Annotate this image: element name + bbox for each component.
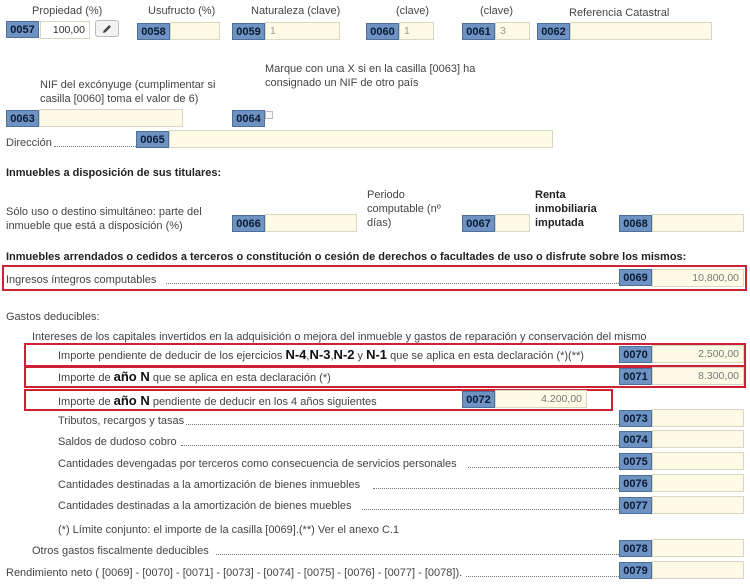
r76-input[interactable] bbox=[652, 474, 744, 492]
r70-post: que se aplica en esta declaración (*)(**… bbox=[387, 350, 584, 362]
periodo-input[interactable] bbox=[495, 214, 530, 232]
arrendados-title: Inmuebles arrendados o cedidos a tercero… bbox=[6, 251, 687, 263]
usufructo-label: Usufructo (%) bbox=[148, 5, 216, 17]
r70-pre: Importe pendiente de deducir de los ejer… bbox=[58, 350, 286, 362]
ingresos-label: Ingresos íntegros computables bbox=[6, 274, 157, 286]
r71-post: que se aplica en esta declaración (*) bbox=[149, 372, 331, 384]
r71-label: Importe de año N que se aplica en esta d… bbox=[58, 370, 331, 385]
r72-pre: Importe de bbox=[58, 396, 114, 408]
r77-dots bbox=[362, 509, 619, 510]
r73-input[interactable] bbox=[652, 409, 744, 427]
r76-dots bbox=[373, 488, 619, 489]
disposicion-title: Inmuebles a disposición de sus titulares… bbox=[6, 167, 222, 179]
clave2-input[interactable]: 3 bbox=[495, 22, 530, 40]
code-0073: 0073 bbox=[619, 410, 652, 427]
r71-anio: año N bbox=[113, 369, 150, 384]
r77-input[interactable] bbox=[652, 496, 744, 514]
ingresos-dots bbox=[166, 283, 619, 284]
pencil-icon bbox=[103, 24, 111, 33]
clave2-label: (clave) bbox=[480, 5, 514, 17]
r70-n1: N-1 bbox=[366, 347, 388, 362]
code-0072: 0072 bbox=[462, 391, 495, 408]
usufructo-input[interactable] bbox=[170, 22, 220, 40]
code-0068: 0068 bbox=[619, 215, 652, 232]
nif-input[interactable] bbox=[39, 109, 183, 127]
r73-label: Tributos, recargos y tasas bbox=[58, 415, 185, 427]
periodo-label: Periodo computable (nº días) bbox=[367, 189, 441, 229]
r70-n4: N-4 bbox=[285, 347, 307, 362]
gastos-title: Gastos deducibles: bbox=[6, 311, 100, 323]
code-0059: 0059 bbox=[232, 23, 265, 40]
clave1-input[interactable]: 1 bbox=[399, 22, 434, 40]
r79-label: Rendimiento neto ( [0069] - [0070] - [00… bbox=[6, 567, 463, 579]
edit-button[interactable] bbox=[95, 20, 119, 37]
code-0057: 0057 bbox=[6, 21, 39, 38]
r78-dots bbox=[216, 554, 619, 555]
catastral-input[interactable] bbox=[570, 22, 712, 40]
r74-dots bbox=[181, 445, 619, 446]
ingresos-input[interactable]: 10.800,00 bbox=[652, 269, 744, 287]
code-0063: 0063 bbox=[6, 110, 39, 127]
r70-n3: N-3 bbox=[309, 347, 331, 362]
r73-dots bbox=[186, 424, 619, 425]
r71-input[interactable]: 8.300,00 bbox=[652, 367, 744, 385]
intereses-title: Intereses de los capitales invertidos en… bbox=[32, 331, 647, 343]
renta-input[interactable] bbox=[652, 214, 744, 232]
code-0064: 0064 bbox=[232, 110, 265, 127]
code-0058: 0058 bbox=[137, 23, 170, 40]
renta-label: Renta inmobiliaria imputada bbox=[535, 189, 597, 229]
code-0075: 0075 bbox=[619, 453, 652, 470]
propiedad-label: Propiedad (%) bbox=[32, 5, 103, 17]
r79-input[interactable] bbox=[652, 561, 744, 579]
r72-label: Importe de año N pendiente de deducir en… bbox=[58, 394, 377, 409]
r70-label: Importe pendiente de deducir de los ejer… bbox=[58, 347, 584, 363]
r75-label: Cantidades devengadas por terceros como … bbox=[58, 458, 457, 470]
direccion-input[interactable] bbox=[169, 130, 553, 148]
code-0062: 0062 bbox=[537, 23, 570, 40]
code-0074: 0074 bbox=[619, 431, 652, 448]
code-0069: 0069 bbox=[619, 269, 652, 286]
code-0066: 0066 bbox=[232, 215, 265, 232]
naturaleza-label: Naturaleza (clave) bbox=[251, 5, 341, 17]
code-0076: 0076 bbox=[619, 475, 652, 492]
catastral-label: Referencia Catastral bbox=[569, 7, 670, 19]
code-0060: 0060 bbox=[366, 23, 399, 40]
r75-input[interactable] bbox=[652, 452, 744, 470]
code-0067: 0067 bbox=[462, 215, 495, 232]
r75-dots bbox=[468, 467, 619, 468]
direccion-dots bbox=[54, 146, 136, 147]
r78-input[interactable] bbox=[652, 539, 744, 557]
r72-input[interactable]: 4.200,00 bbox=[495, 390, 587, 408]
code-0078: 0078 bbox=[619, 540, 652, 557]
code-0071: 0071 bbox=[619, 368, 652, 385]
r74-input[interactable] bbox=[652, 430, 744, 448]
nif-label: NIF del excónyuge (cumplimentar si casil… bbox=[40, 79, 216, 105]
uso-input[interactable] bbox=[265, 214, 357, 232]
r71-pre: Importe de bbox=[58, 372, 114, 384]
code-0065: 0065 bbox=[136, 131, 169, 148]
code-0061: 0061 bbox=[462, 23, 495, 40]
uso-label: Sólo uso o destino simultáneo: parte del… bbox=[6, 206, 202, 232]
r79-dots bbox=[466, 576, 619, 577]
r74-label: Saldos de dudoso cobro bbox=[58, 436, 177, 448]
naturaleza-input[interactable]: 1 bbox=[265, 22, 340, 40]
r72-post: pendiente de deducir en los 4 años sigui… bbox=[149, 396, 377, 408]
otro-pais-checkbox[interactable] bbox=[265, 111, 273, 119]
nota-limite: (*) Límite conjunto: el importe de la ca… bbox=[58, 524, 400, 536]
r70-input[interactable]: 2.500,00 bbox=[652, 345, 744, 363]
r78-label: Otros gastos fiscalmente deducibles bbox=[32, 545, 209, 557]
code-0070: 0070 bbox=[619, 346, 652, 363]
code-0077: 0077 bbox=[619, 497, 652, 514]
code-0079: 0079 bbox=[619, 562, 652, 579]
r76-label: Cantidades destinadas a la amortización … bbox=[58, 479, 361, 491]
clave1-label: (clave) bbox=[396, 5, 430, 17]
r70-n2: N-2 bbox=[333, 347, 355, 362]
r77-label: Cantidades destinadas a la amortización … bbox=[58, 500, 352, 512]
r72-anio: año N bbox=[113, 393, 150, 408]
r70-y: y bbox=[354, 350, 367, 362]
marque-label: Marque con una X si en la casilla [0063]… bbox=[265, 63, 476, 89]
direccion-label: Dirección bbox=[6, 137, 52, 149]
propiedad-input[interactable]: 100,00 bbox=[40, 21, 90, 39]
